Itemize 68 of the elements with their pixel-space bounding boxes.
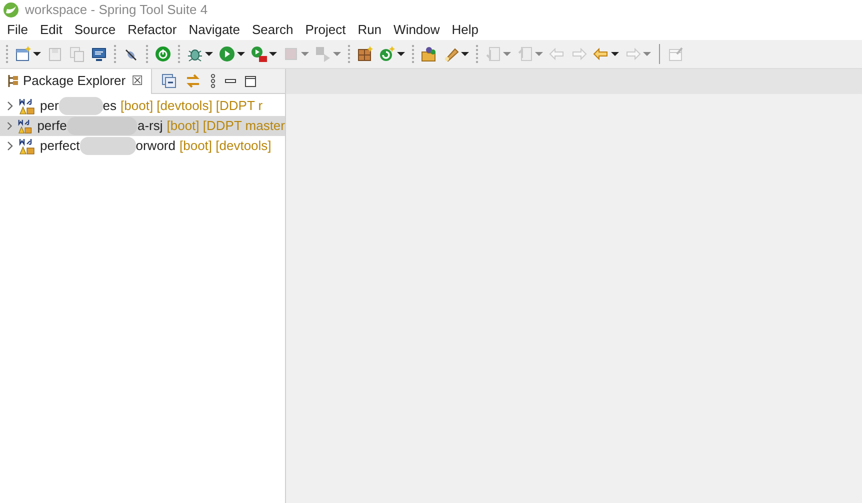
project-name-start: per (40, 97, 59, 116)
minimize-icon[interactable] (224, 79, 236, 83)
package-tree-icon (7, 75, 19, 87)
project-name-end: es (102, 97, 117, 116)
link-arrows-icon[interactable] (184, 74, 201, 88)
project-decorations: [boot] [devtools] (180, 137, 272, 156)
refresh-icon (379, 46, 395, 62)
view-menu-icon[interactable] (210, 74, 216, 88)
menu-item[interactable]: Run (352, 20, 388, 40)
forward-arrow-icon (625, 46, 641, 62)
dropdown-caret-icon (611, 52, 619, 56)
dropdown-caret-icon (333, 52, 341, 56)
pen-icon (443, 46, 459, 62)
stop-icon (283, 46, 299, 62)
dropdown-caret-icon (33, 52, 41, 56)
privacy-blur (58, 97, 103, 115)
project-name-start: perfect (40, 137, 80, 156)
menu-item[interactable]: File (1, 20, 34, 40)
floppy-icon (47, 46, 63, 62)
dropdown-caret-icon (237, 52, 245, 56)
play-icon (219, 46, 235, 62)
window-title: workspace - Spring Tool Suite 4 (25, 0, 208, 19)
app-logo-icon (3, 2, 19, 18)
project-decorations: [boot] [devtools] [DDPT r (120, 97, 263, 116)
tab-label: Package Explorer (23, 72, 126, 90)
dropdown-caret-icon (535, 52, 543, 56)
tree-row[interactable]: perfect orword [boot] [devtools] (0, 136, 285, 156)
menu-item[interactable]: Help (446, 20, 485, 40)
menu-item[interactable]: Refactor (122, 20, 183, 40)
privacy-blur (80, 137, 136, 155)
dropdown-caret-icon (461, 52, 469, 56)
forward-arrow-icon (571, 46, 587, 62)
menu-item[interactable]: Search (246, 20, 300, 40)
privacy-blur (66, 117, 138, 135)
power-icon (155, 46, 171, 62)
play-toolbox-icon (251, 46, 267, 62)
maven-project-icon (19, 98, 35, 114)
back-arrow-icon (549, 46, 565, 62)
back-arrow-icon (593, 46, 609, 62)
package-explorer-tab[interactable]: Package Explorer ☒ (0, 68, 152, 94)
monitor-icon (91, 46, 107, 62)
menu-item[interactable]: Navigate (182, 20, 246, 40)
maven-project-icon (18, 118, 32, 134)
dropdown-caret-icon (397, 52, 405, 56)
window-pen-icon (668, 46, 684, 62)
menu-item[interactable]: Window (388, 20, 446, 40)
maximize-icon[interactable] (244, 76, 256, 86)
crate-icon (357, 46, 373, 62)
dropdown-caret-icon (503, 52, 511, 56)
dropdown-caret-icon (269, 52, 277, 56)
menu-item[interactable]: Project (299, 20, 352, 40)
project-name-start: perfe (37, 117, 67, 136)
folder-icon (421, 46, 437, 62)
collapse-all-icon[interactable] (162, 74, 176, 88)
dropdown-caret-icon (301, 52, 309, 56)
maven-project-icon (19, 138, 35, 154)
floppies-icon (69, 46, 85, 62)
menu-item[interactable]: Edit (34, 20, 68, 40)
tree-row[interactable]: per es [boot] [devtools] [DDPT r (0, 96, 285, 116)
project-name-end: orword (136, 137, 176, 156)
close-icon[interactable]: ☒ (132, 71, 144, 91)
dropdown-caret-icon (643, 52, 651, 56)
project-decorations: [boot] [DDPT master (166, 117, 285, 136)
dropdown-caret-icon (205, 52, 213, 56)
tree-row[interactable]: perfe a-rsj [boot] [DDPT master (0, 116, 285, 136)
menu-item[interactable]: Source (68, 20, 122, 40)
project-name-end: a-rsj (137, 117, 163, 136)
new-window-icon (15, 46, 31, 62)
